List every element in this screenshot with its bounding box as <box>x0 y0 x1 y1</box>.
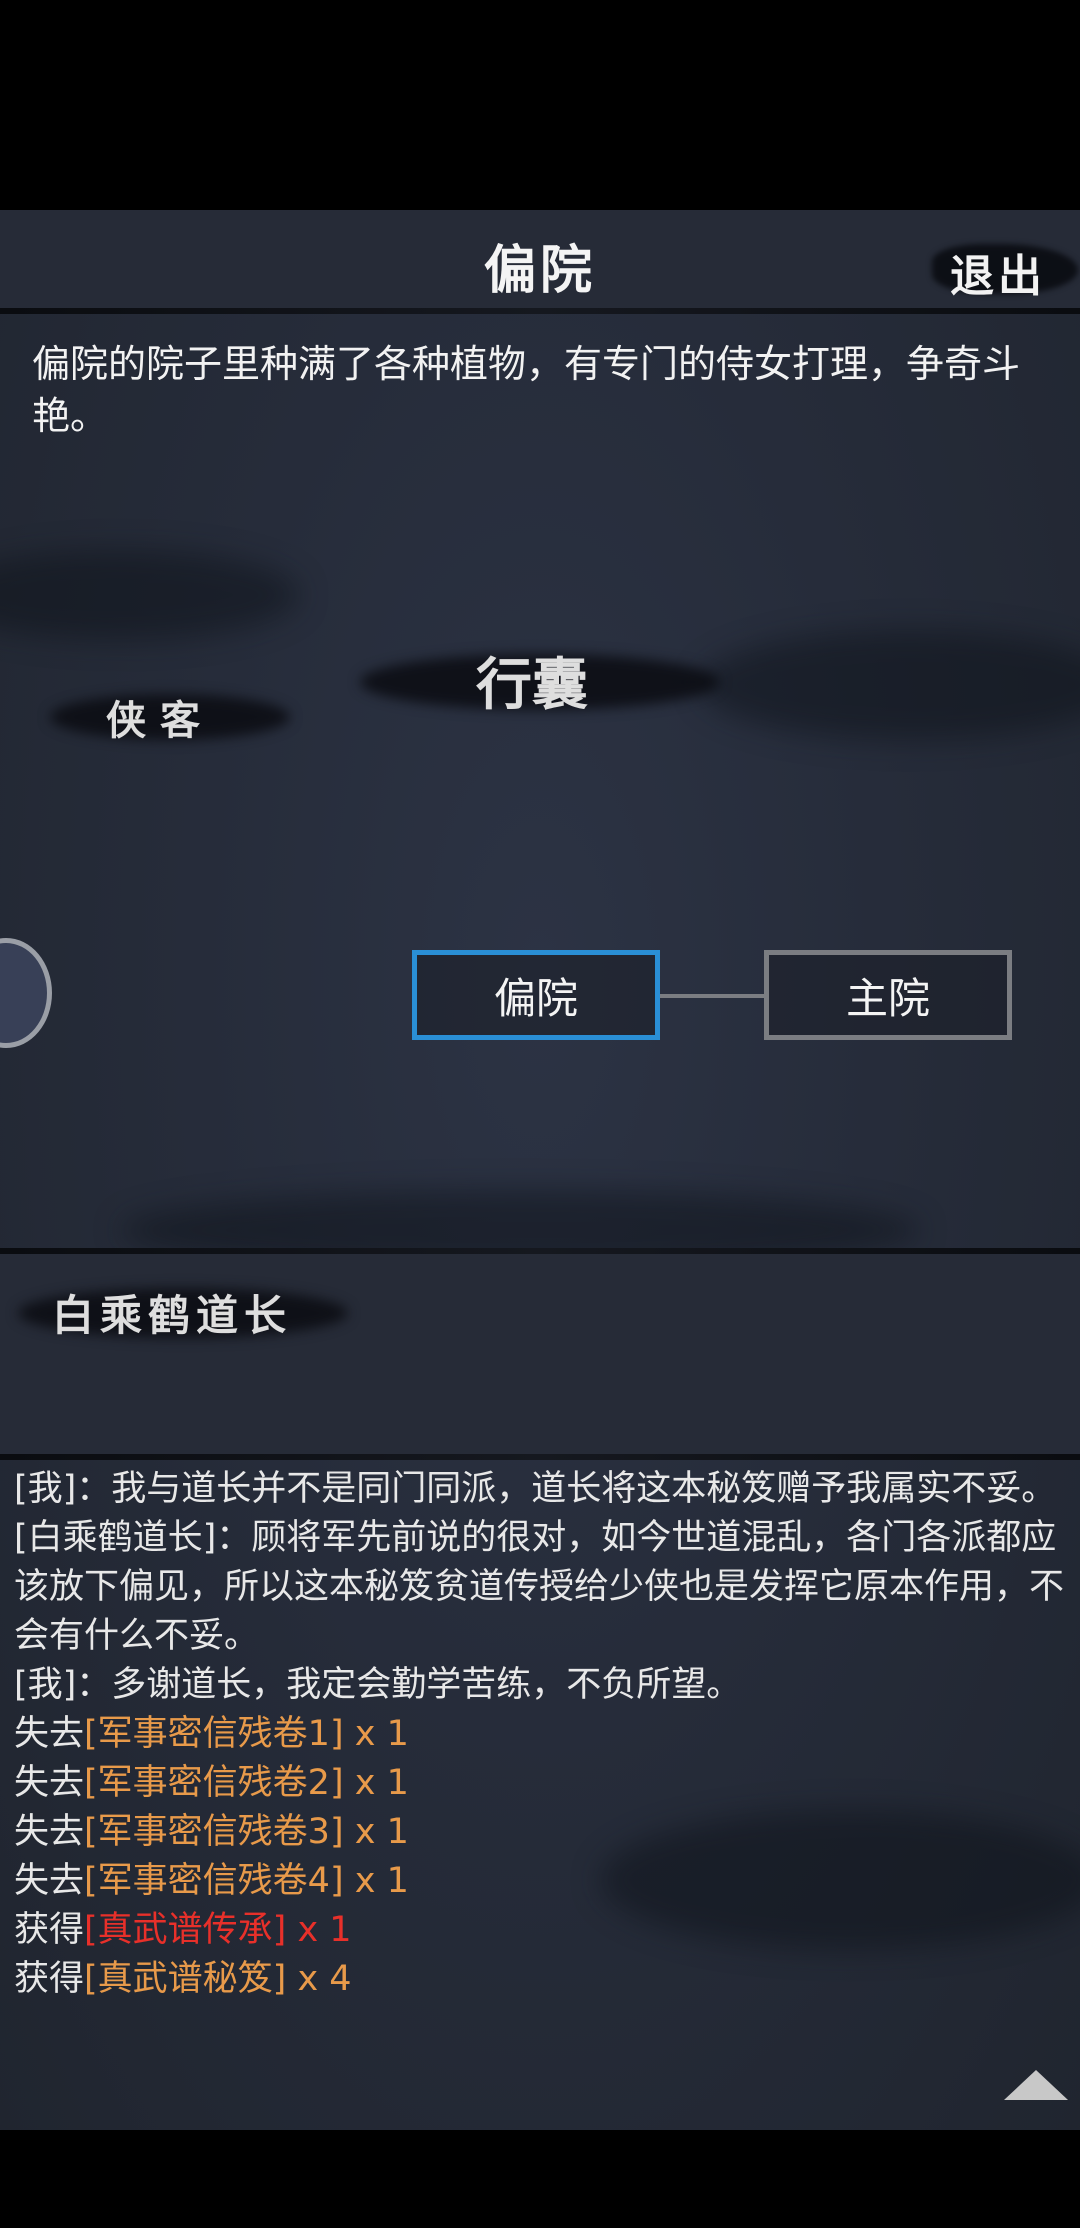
dialog-line: [我]：多谢道长，我定会勤学苦练，不负所望。 <box>14 1665 742 1705</box>
location-description: 偏院的院子里种满了各种植物，有专门的侍女打理，争奇斗艳。 <box>32 342 1021 438</box>
hero-button[interactable]: 侠客 <box>50 680 290 750</box>
inventory-label: 行囊 <box>476 652 588 718</box>
npc-panel: 白乘鹤道长 <box>0 1254 1080 1454</box>
item-change-line: 获得[真武谱传承] x 1 <box>14 1910 352 1950</box>
game-screen: 偏院 退出 偏院的院子里种满了各种植物，有专门的侍女打理，争奇斗艳。 行囊 侠客… <box>0 210 1080 2130</box>
dialog-log: [我]：我与道长并不是同门同派，道长将这本秘笈赠予我属实不妥。 [白乘鹤道长]：… <box>14 1465 1064 2004</box>
exit-button-label: 退出 <box>950 251 1046 302</box>
item-change-line: 获得[真武谱秘笈] x 4 <box>14 1959 352 1999</box>
ink-smoke <box>0 550 300 640</box>
npc-name: 白乘鹤道长 <box>52 1291 293 1340</box>
item-change-line: 失去[军事密信残卷1] x 1 <box>14 1714 409 1754</box>
map-node-current-label: 偏院 <box>493 973 578 1023</box>
map-connector <box>660 994 764 998</box>
ink-smoke <box>700 630 1080 740</box>
header-bar: 偏院 退出 <box>0 210 1080 308</box>
map-node-current[interactable]: 偏院 <box>412 950 660 1040</box>
scroll-up-arrow-icon[interactable] <box>1004 2070 1068 2100</box>
item-change-line: 失去[军事密信残卷2] x 1 <box>14 1763 409 1803</box>
exit-button[interactable]: 退出 <box>932 240 1078 302</box>
inventory-button[interactable]: 行囊 <box>360 640 720 720</box>
npc-divider <box>0 1454 1080 1460</box>
top-black-bar <box>0 0 1080 210</box>
player-avatar-icon[interactable] <box>0 938 52 1048</box>
dialog-line: [白乘鹤道长]：顾将军先前说的很对，如今世道混乱，各门各派都应该放下偏见，所以这… <box>14 1518 1065 1656</box>
header-divider <box>0 308 1080 314</box>
hero-label: 侠客 <box>106 697 214 744</box>
bottom-black-bar <box>0 2130 1080 2228</box>
page-title: 偏院 <box>483 240 596 301</box>
item-change-line: 失去[军事密信残卷3] x 1 <box>14 1812 409 1852</box>
map-node-main-courtyard-label: 主院 <box>845 973 930 1023</box>
map-node-main-courtyard[interactable]: 主院 <box>764 950 1012 1040</box>
item-change-line: 失去[军事密信残卷4] x 1 <box>14 1861 409 1901</box>
npc-name-tag[interactable]: 白乘鹤道长 <box>18 1276 348 1346</box>
dialog-line: [我]：我与道长并不是同门同派，道长将这本秘笈赠予我属实不妥。 <box>14 1469 1057 1509</box>
